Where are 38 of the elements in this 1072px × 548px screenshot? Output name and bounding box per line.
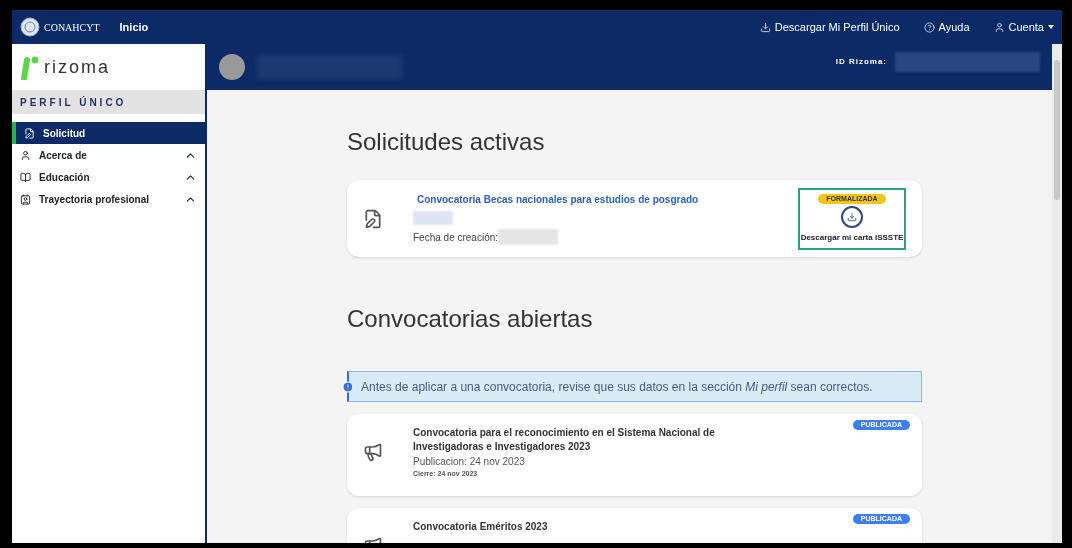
- user-icon: [20, 149, 31, 161]
- caret-icon: [1048, 25, 1054, 29]
- book-icon: [20, 171, 31, 183]
- home-link[interactable]: Inicio: [119, 18, 149, 36]
- publication-date: Publicacion: 24 nov 2023: [413, 455, 526, 469]
- sidebar-item[interactable]: Trayectoria profesional: [12, 188, 205, 210]
- id-card-icon: [20, 193, 31, 205]
- help-icon: [923, 21, 935, 33]
- brand-logo-text: CONAHCYT: [44, 20, 100, 35]
- alert-icon: [342, 381, 354, 393]
- section-title: PERFIL ÚNICO: [20, 95, 127, 110]
- seal-icon: [20, 17, 40, 37]
- scroll-bar[interactable]: [1052, 44, 1062, 543]
- alert-text: Antes de aplicar a una convocatoria, revise que sus datos en la sección Mi perfil sean correctos.: [361, 378, 873, 396]
- avatar: [219, 54, 245, 80]
- section-heading: Solicitudes activas: [347, 127, 546, 157]
- call-title: Convocatoria Eméritos 2023: [413, 520, 549, 534]
- redacted-text: [413, 211, 453, 225]
- nav-link[interactable]: Cuenta: [993, 18, 1054, 36]
- nav-link[interactable]: Ayuda: [923, 18, 970, 36]
- nav-link[interactable]: Descargar Mi Perfil Único: [759, 18, 900, 36]
- download-icon: [759, 21, 771, 33]
- application-link[interactable]: Convocatoria Becas nacionales para estudios de posgrado: [417, 192, 798, 207]
- logo-text: rizoma: [44, 55, 110, 79]
- download-icon: [847, 211, 857, 222]
- id-label: ID Rizoma:: [835, 56, 887, 68]
- sidebar-item[interactable]: Solicitud: [12, 122, 205, 144]
- document-icon: [24, 127, 35, 139]
- section-heading: Convocatorias abiertas: [347, 304, 594, 334]
- document-edit-icon: [363, 208, 383, 229]
- sidebar-item[interactable]: Educación: [12, 166, 205, 188]
- date-label: Fecha de creación:: [413, 230, 499, 245]
- download-button[interactable]: Descargar mi carta ISSSTE: [800, 205, 904, 244]
- logo-icon: [20, 54, 40, 80]
- sidebar-item[interactable]: Acerca de: [12, 144, 205, 166]
- redacted-date: [498, 229, 559, 245]
- call-title: Convocatoria para el reconocimiento en el Sistema Nacional de Investigadoras e Investigadores 2023: [413, 426, 716, 454]
- user-icon: [993, 21, 1005, 33]
